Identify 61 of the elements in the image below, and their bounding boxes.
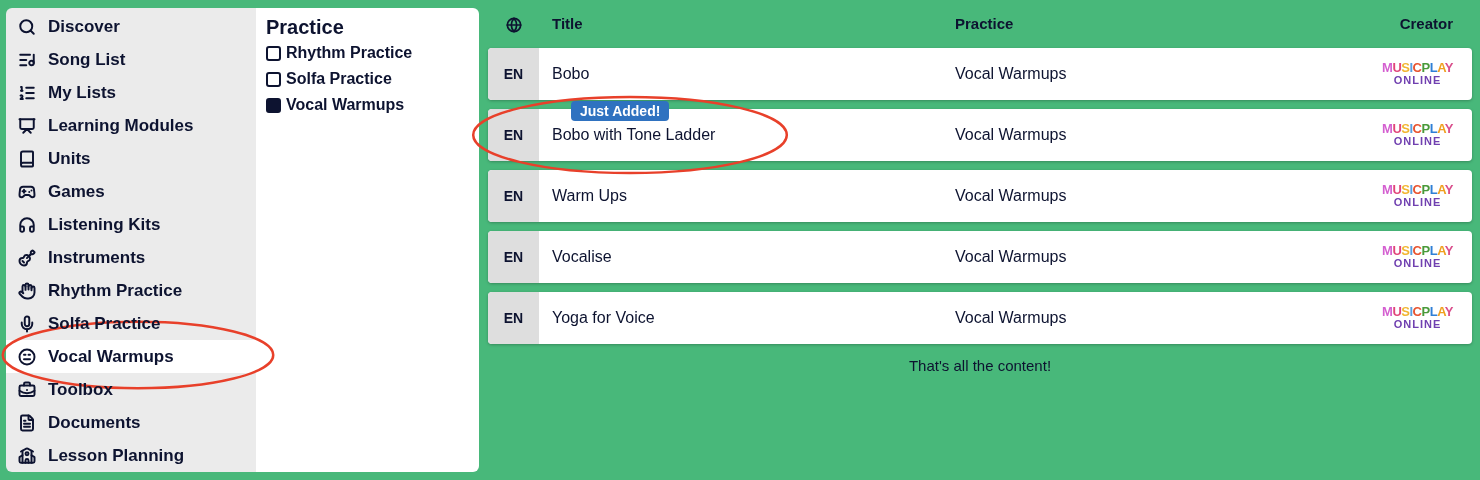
creator-logo: MUSICPLAY ONLINE bbox=[1382, 306, 1454, 330]
sidebar-item[interactable]: Vocal Warmups bbox=[6, 340, 256, 373]
practice-cell-text: Vocal Warmups bbox=[955, 247, 1068, 267]
column-header[interactable]: Creator bbox=[1399, 13, 1472, 36]
title-cell: Bobo with Tone Ladder bbox=[552, 126, 716, 143]
language-cell: EN bbox=[488, 109, 539, 161]
practice-cell-text: Vocal Warmups bbox=[955, 308, 1068, 328]
column-header[interactable]: Title bbox=[539, 13, 955, 36]
school-icon bbox=[18, 446, 36, 465]
document-icon bbox=[18, 413, 36, 432]
sidebar-item[interactable]: Listening Kits bbox=[6, 208, 256, 241]
column-header[interactable]: Practice bbox=[955, 13, 1400, 36]
checkbox[interactable] bbox=[266, 45, 281, 61]
content-row[interactable]: EN Warm Ups Vocal Warmups MUSICPLAY ONLINE bbox=[488, 170, 1472, 222]
sidebar-item[interactable]: Rhythm Practice bbox=[6, 274, 256, 307]
hand-icon bbox=[18, 281, 36, 300]
face-icon bbox=[18, 347, 36, 366]
checkbox-label: Rhythm Practice bbox=[286, 43, 413, 63]
globe-icon bbox=[505, 16, 522, 33]
headphones-icon bbox=[18, 215, 36, 234]
sidebar-item[interactable]: Song List bbox=[6, 43, 256, 76]
language-cell: EN bbox=[488, 170, 539, 222]
guitar-icon bbox=[18, 248, 36, 267]
language-cell: EN bbox=[488, 231, 539, 283]
content-row[interactable]: EN Vocalise Vocal Warmups MUSICPLAY ONLINE bbox=[488, 231, 1472, 283]
checkbox-label: Vocal Warmups bbox=[286, 95, 405, 115]
practice-cell-text: Vocal Warmups bbox=[955, 186, 1068, 206]
language-cell: EN bbox=[488, 292, 539, 344]
practice-cell-text: Vocal Warmups bbox=[955, 64, 1068, 84]
sidebar-item[interactable]: Learning Modules bbox=[6, 109, 256, 142]
title-cell: Vocalise bbox=[552, 248, 612, 265]
sidebar-item[interactable]: Documents bbox=[6, 406, 256, 439]
new-badge: Just Added! bbox=[571, 101, 670, 121]
search-icon bbox=[18, 17, 36, 36]
sidebar-item[interactable]: Games bbox=[6, 175, 256, 208]
sidebar-item[interactable]: My Lists bbox=[6, 76, 256, 109]
creator-logo: MUSICPLAY ONLINE bbox=[1382, 245, 1454, 269]
content-row[interactable]: EN Bobo Vocal Warmups MUSICPLAY ONLINE bbox=[488, 48, 1472, 100]
checkbox-label: Solfa Practice bbox=[286, 69, 392, 89]
creator-logo: MUSICPLAY ONLINE bbox=[1382, 62, 1454, 86]
sidebar-item[interactable]: Units bbox=[6, 142, 256, 175]
toolbox-icon bbox=[18, 380, 36, 399]
sidebar-item[interactable]: Lesson Planning bbox=[6, 439, 256, 472]
title-cell: Bobo bbox=[552, 65, 590, 82]
checkbox[interactable] bbox=[266, 97, 281, 113]
language-cell: EN bbox=[488, 48, 539, 100]
title-cell: Yoga for Voice bbox=[552, 309, 655, 326]
microphone-icon bbox=[18, 314, 36, 333]
end-message: That's all the content! bbox=[907, 356, 1053, 376]
creator-logo: MUSICPLAY ONLINE bbox=[1382, 184, 1454, 208]
book-icon bbox=[18, 149, 36, 168]
practice-cell-text: Vocal Warmups bbox=[955, 125, 1068, 145]
sidebar-item[interactable]: Discover bbox=[6, 10, 256, 43]
sidebar-item[interactable]: Instruments bbox=[6, 241, 256, 274]
content-row[interactable]: EN Yoga for Voice Vocal Warmups MUSICPLAY ONLINE bbox=[488, 292, 1472, 344]
panel-title: Practice bbox=[266, 15, 345, 40]
creator-logo: MUSICPLAY ONLINE bbox=[1382, 123, 1454, 147]
presentation-icon bbox=[18, 116, 36, 135]
numbered-list-icon bbox=[18, 83, 36, 102]
checkbox[interactable] bbox=[266, 71, 281, 87]
title-cell: Warm Ups bbox=[552, 187, 627, 204]
